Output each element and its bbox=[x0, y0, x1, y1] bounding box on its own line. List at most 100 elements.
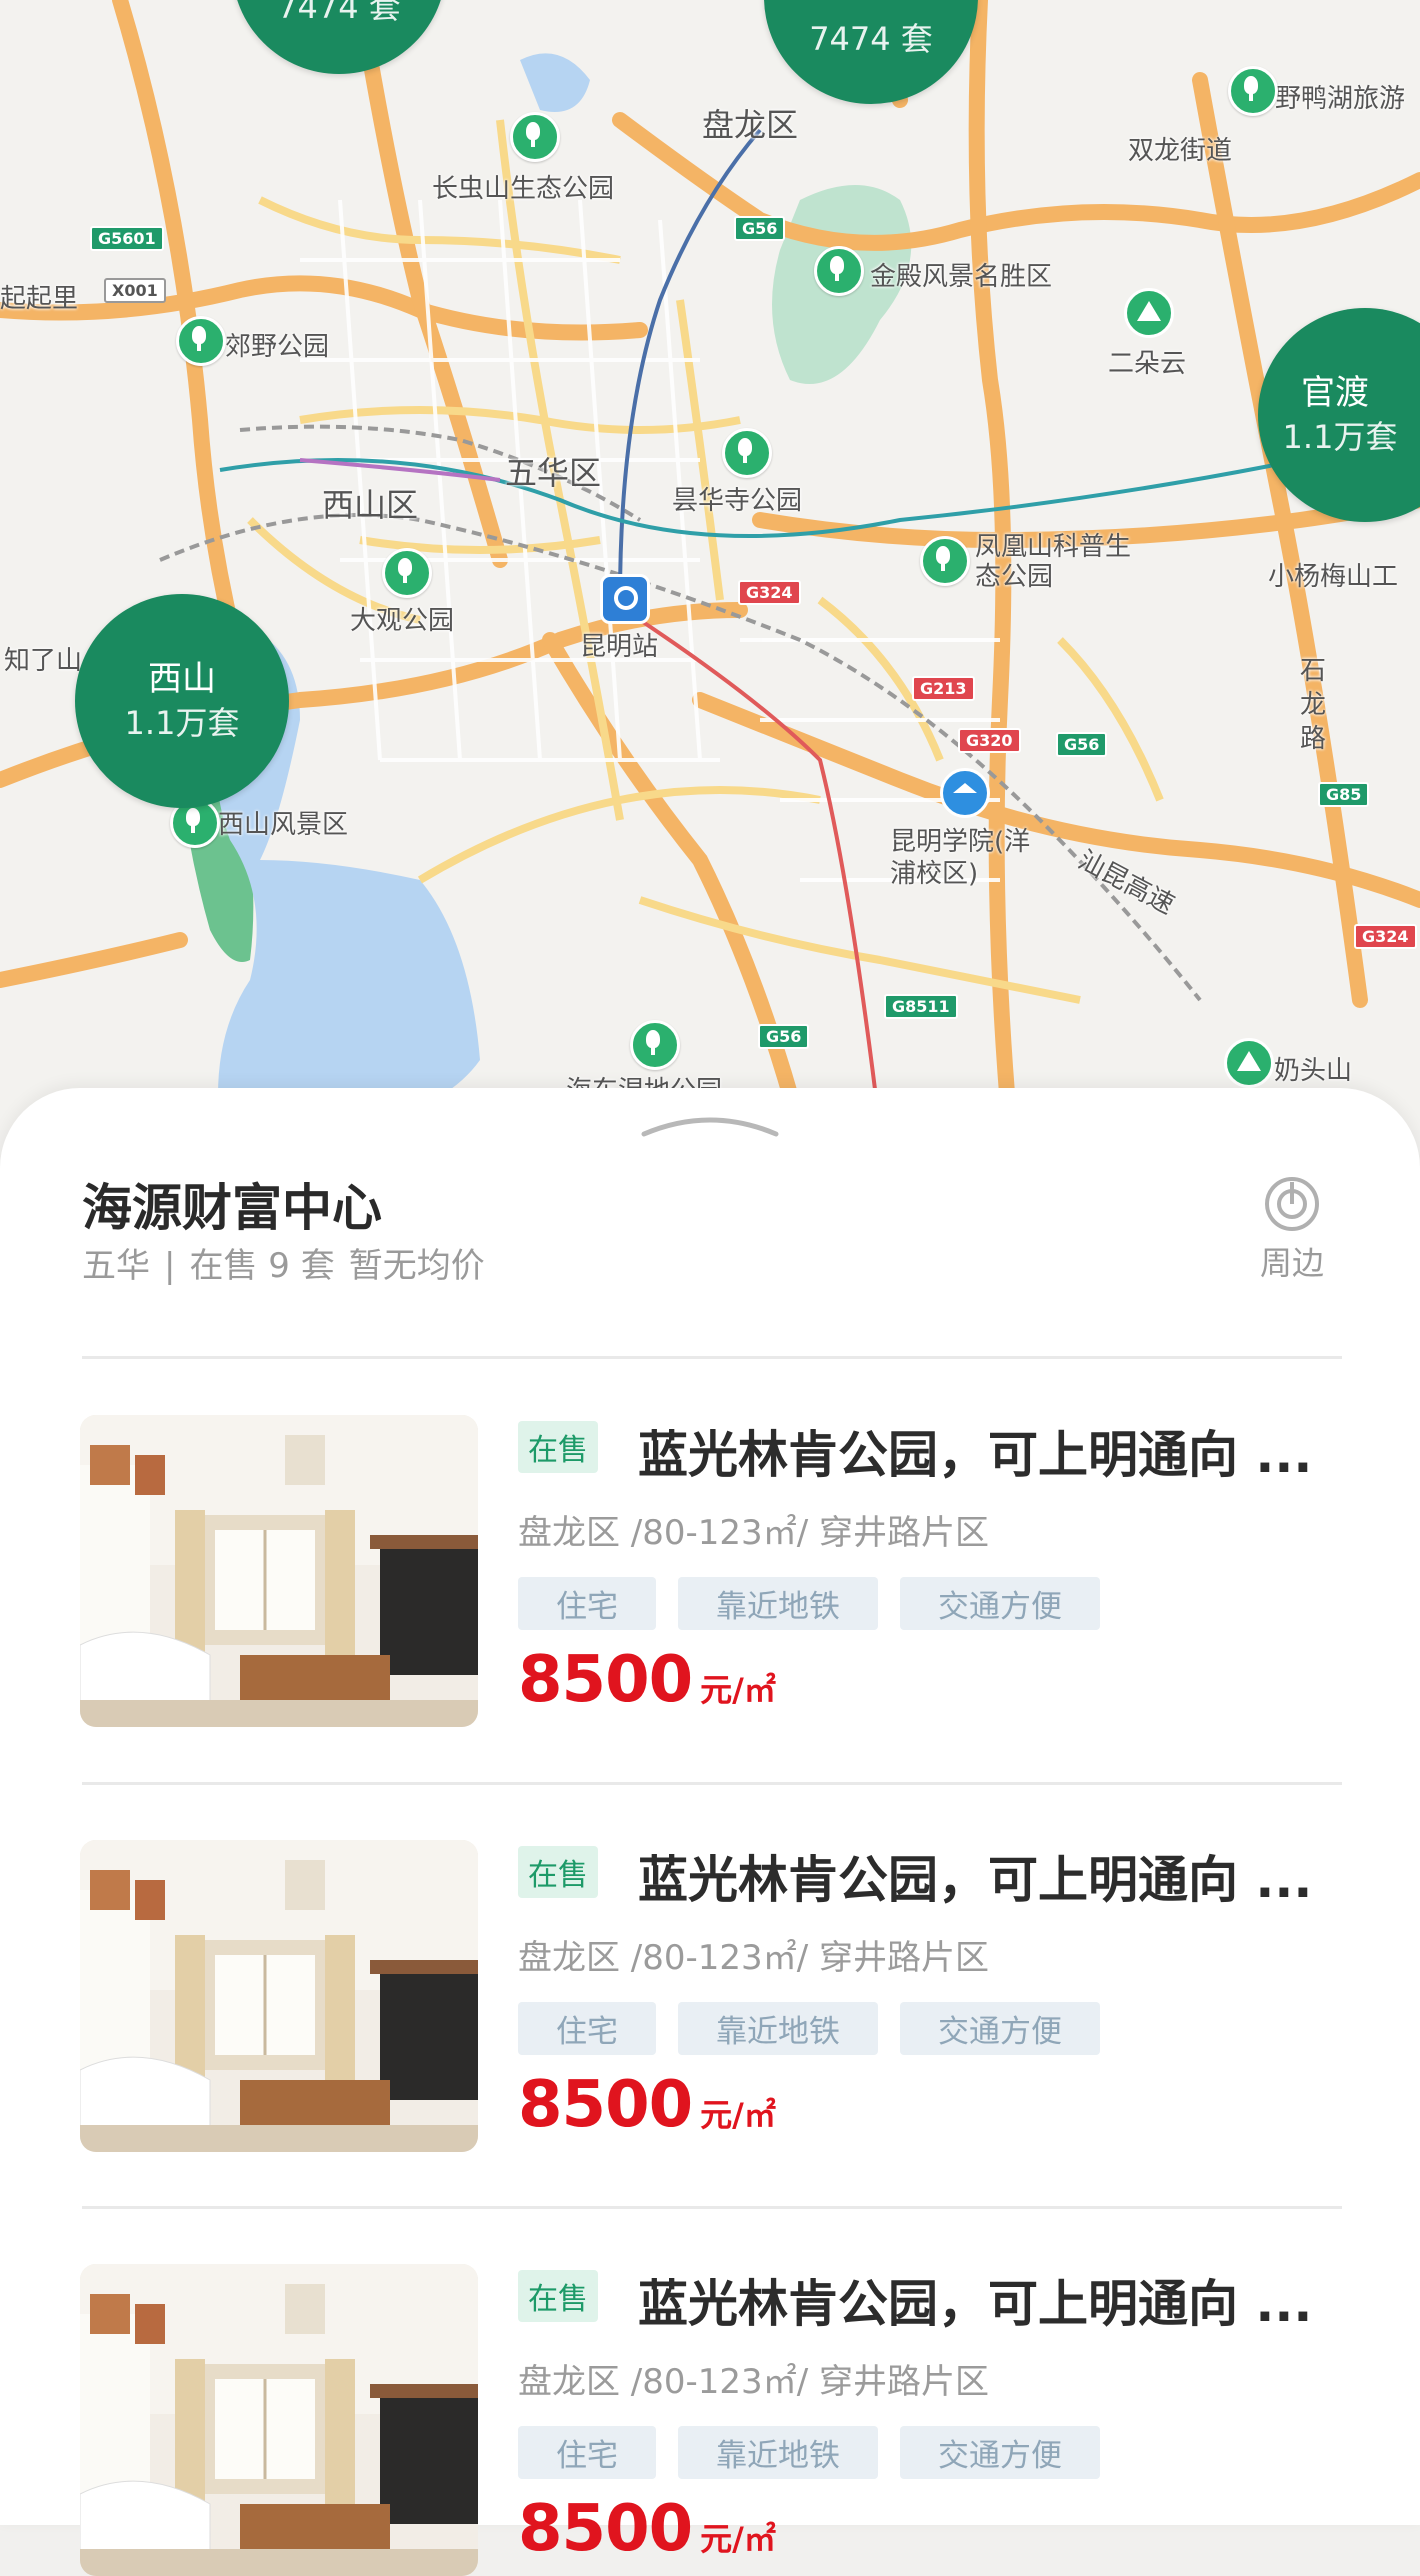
park-icon bbox=[814, 246, 864, 296]
place-label: 小杨梅山工 bbox=[1268, 562, 1399, 592]
tag: 靠近地铁 bbox=[678, 2426, 878, 2479]
project-header: 海源财富中心 五华 | 在售 9 套暂无均价 周边 bbox=[82, 1168, 1342, 1286]
place-label: 二朵云 bbox=[1108, 349, 1187, 379]
price-value: 8500 bbox=[518, 2492, 693, 2566]
listing-body: 在售 蓝光林肯公园，可上明通向 ... 盘龙区 /80-123㎡/ 穿井路片区 … bbox=[518, 2264, 1342, 2576]
school-icon bbox=[940, 768, 990, 818]
park-icon bbox=[510, 112, 560, 162]
meta-separator: | bbox=[164, 1246, 176, 1286]
cluster-count: 1.1万套 bbox=[1282, 418, 1398, 456]
nearby-label: 周边 bbox=[1259, 1244, 1324, 1282]
meta-price: 暂无均价 bbox=[348, 1246, 485, 1286]
status-badge: 在售 bbox=[518, 2270, 598, 2322]
price-value: 8500 bbox=[518, 2068, 693, 2142]
park-icon bbox=[920, 536, 970, 586]
cluster-bubble[interactable]: 西山 1.1万套 bbox=[75, 594, 289, 808]
sheet-drag-handle[interactable] bbox=[640, 1108, 780, 1138]
train-station-icon bbox=[600, 574, 650, 624]
road-badge: G5601 bbox=[90, 226, 164, 251]
park-icon bbox=[630, 1020, 680, 1070]
tag: 住宅 bbox=[518, 2002, 656, 2055]
road-badge: G56 bbox=[758, 1024, 810, 1049]
tag: 住宅 bbox=[518, 2426, 656, 2479]
listing-title: 蓝光林肯公园，可上明通向 ... bbox=[638, 2275, 1313, 2333]
map-view[interactable]: 盘龙区 五华区 西山区 长虫山生态公园 郊野公园 金殿风景名胜区 二朵云 双龙街… bbox=[0, 0, 1420, 1130]
road-badge: G56 bbox=[1056, 732, 1108, 757]
place-label: 知了山 bbox=[4, 646, 83, 676]
listing-price: 8500 元/㎡ bbox=[518, 2492, 776, 2566]
listing-price: 8500 元/㎡ bbox=[518, 2068, 776, 2142]
status-badge: 在售 bbox=[518, 1421, 598, 1473]
nearby-icon bbox=[1264, 1176, 1320, 1232]
cluster-count: 7474 套 bbox=[277, 0, 401, 26]
listing-subtitle: 盘龙区 /80-123㎡/ 穿井路片区 bbox=[518, 1938, 989, 1978]
listing-card[interactable]: 在售 蓝光林肯公园，可上明通向 ... 盘龙区 /80-123㎡/ 穿井路片区 … bbox=[80, 1840, 1342, 2152]
place-label: 凤凰山科普生态公园 bbox=[975, 532, 1132, 592]
cluster-name: 西山 bbox=[148, 659, 216, 699]
district-label: 西山区 bbox=[322, 486, 419, 524]
road-badge: G324 bbox=[1354, 924, 1417, 949]
tag: 交通方便 bbox=[900, 1577, 1100, 1630]
tag: 靠近地铁 bbox=[678, 1577, 878, 1630]
tag-list: 住宅 靠近地铁 交通方便 bbox=[518, 2002, 1100, 2055]
tag-list: 住宅 靠近地铁 交通方便 bbox=[518, 1577, 1100, 1630]
road-badge: G324 bbox=[738, 580, 801, 605]
tag: 住宅 bbox=[518, 1577, 656, 1630]
listing-card[interactable]: 在售 蓝光林肯公园，可上明通向 ... 盘龙区 /80-123㎡/ 穿井路片区 … bbox=[80, 1415, 1342, 1727]
place-label: 起起里 bbox=[0, 284, 79, 314]
listing-body: 在售 蓝光林肯公园，可上明通向 ... 盘龙区 /80-123㎡/ 穿井路片区 … bbox=[518, 1840, 1342, 2152]
district-label: 盘龙区 bbox=[702, 106, 799, 144]
divider bbox=[82, 1356, 1342, 1359]
meta-onsale: 在售 9 套 bbox=[189, 1246, 335, 1286]
road-badge: G8511 bbox=[884, 994, 958, 1019]
place-label: 双龙街道 bbox=[1128, 136, 1233, 166]
listing-price: 8500 元/㎡ bbox=[518, 1643, 776, 1717]
place-label: 大观公园 bbox=[350, 606, 455, 636]
cluster-name: 官渡 bbox=[1301, 373, 1369, 413]
tag: 靠近地铁 bbox=[678, 2002, 878, 2055]
meta-area: 五华 bbox=[82, 1246, 150, 1286]
place-label: 石龙路 bbox=[1300, 656, 1327, 754]
place-label: 西山风景区 bbox=[218, 810, 349, 840]
listing-card[interactable]: 在售 蓝光林肯公园，可上明通向 ... 盘龙区 /80-123㎡/ 穿井路片区 … bbox=[80, 2264, 1342, 2576]
tag-list: 住宅 靠近地铁 交通方便 bbox=[518, 2426, 1100, 2479]
place-label: 昆明学院(洋浦校区) bbox=[890, 827, 1031, 889]
tag: 交通方便 bbox=[900, 2002, 1100, 2055]
tag: 交通方便 bbox=[900, 2426, 1100, 2479]
park-icon bbox=[382, 548, 432, 598]
map-base bbox=[0, 0, 1420, 1130]
mountain-icon bbox=[1224, 1038, 1274, 1088]
park-icon bbox=[176, 316, 226, 366]
place-label: 奶头山 bbox=[1274, 1056, 1353, 1086]
cluster-count: 7474 套 bbox=[809, 20, 933, 58]
district-label: 五华区 bbox=[505, 454, 602, 492]
place-label: 昆明站 bbox=[580, 632, 659, 662]
road-badge: X001 bbox=[104, 278, 166, 303]
listing-photo bbox=[80, 2264, 478, 2576]
listing-title: 蓝光林肯公园，可上明通向 ... bbox=[638, 1426, 1313, 1484]
nearby-button[interactable]: 周边 bbox=[1242, 1168, 1342, 1284]
divider bbox=[82, 1782, 1342, 1785]
listing-title: 蓝光林肯公园，可上明通向 ... bbox=[638, 1851, 1313, 1909]
road-badge: G213 bbox=[912, 676, 975, 701]
cluster-count: 1.1万套 bbox=[124, 704, 240, 742]
road-badge: G320 bbox=[958, 728, 1021, 753]
project-title: 海源财富中心 bbox=[82, 1179, 382, 1237]
listing-body: 在售 蓝光林肯公园，可上明通向 ... 盘龙区 /80-123㎡/ 穿井路片区 … bbox=[518, 1415, 1342, 1727]
price-value: 8500 bbox=[518, 1643, 693, 1717]
place-label: 野鸭湖旅游 bbox=[1275, 84, 1406, 114]
price-unit: 元/㎡ bbox=[700, 2520, 776, 2558]
bottom-sheet[interactable]: 海源财富中心 五华 | 在售 9 套暂无均价 周边 在售 蓝光林肯公园，可上明通… bbox=[0, 1088, 1420, 2576]
listing-photo bbox=[80, 1415, 478, 1727]
chevron-up-icon bbox=[641, 1117, 779, 1137]
status-badge: 在售 bbox=[518, 1846, 598, 1898]
price-unit: 元/㎡ bbox=[700, 2096, 776, 2134]
place-label: 金殿风景名胜区 bbox=[870, 262, 1053, 292]
project-meta: 五华 | 在售 9 套暂无均价 bbox=[82, 1238, 499, 1287]
road-badge: G85 bbox=[1318, 782, 1370, 807]
listing-photo bbox=[80, 1840, 478, 2152]
listing-subtitle: 盘龙区 /80-123㎡/ 穿井路片区 bbox=[518, 1513, 989, 1553]
price-unit: 元/㎡ bbox=[700, 1671, 776, 1709]
park-icon bbox=[722, 428, 772, 478]
place-label: 长虫山生态公园 bbox=[432, 174, 615, 204]
